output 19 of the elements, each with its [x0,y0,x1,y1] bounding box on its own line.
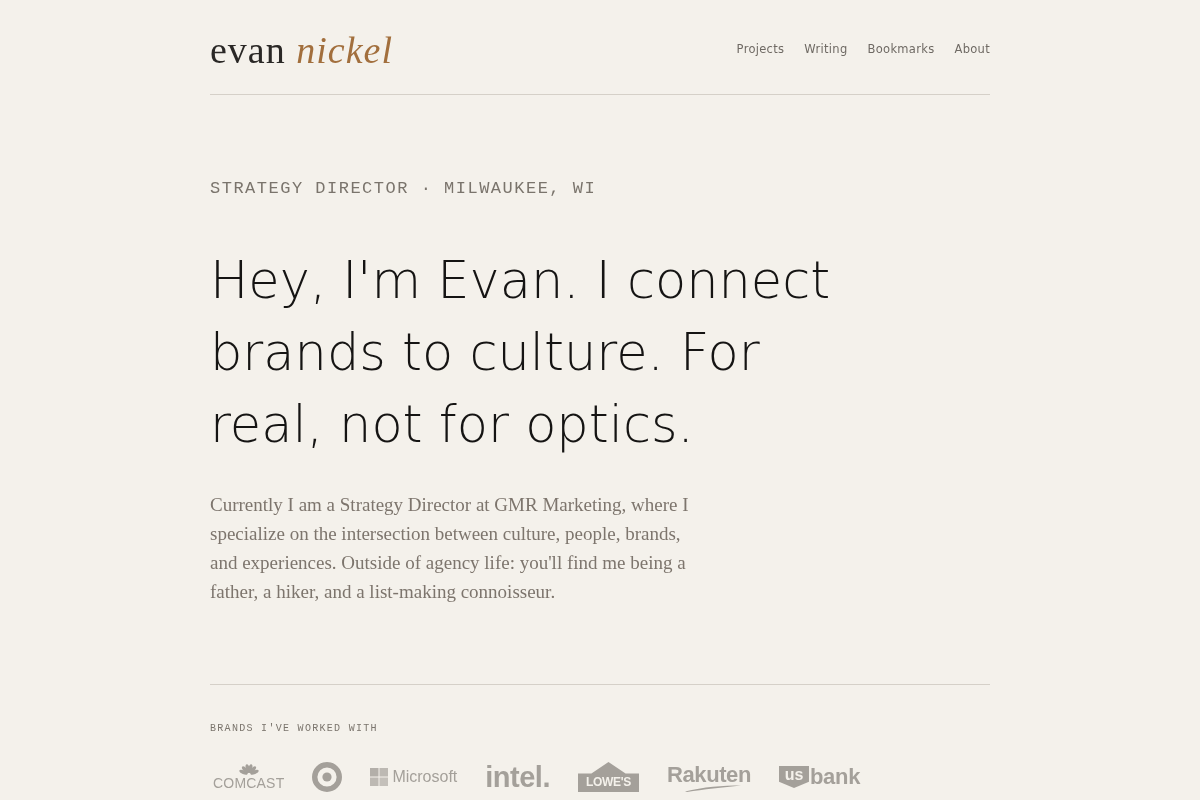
brand-wordmark: Rakuten [667,762,751,787]
role-location-label: STRATEGY DIRECTOR · MILWAUKEE, WI [210,178,598,200]
nav-link[interactable]: Bookmarks [867,42,935,56]
bullseye-icon [312,762,343,792]
brand-wordmark: us [779,766,809,788]
squares-icon [370,768,389,786]
brand-wordmark: bank [810,765,861,789]
peacock-icon [236,763,261,775]
brand-wordmark: Microsoft [392,768,458,786]
brand-wordmark: LOWE'S [578,762,639,792]
brand-wordmark: intel. [485,761,550,793]
nav-link[interactable]: About [954,42,990,56]
intro-paragraph: Currently I am a Strategy Director at GMR Marketing, where I specialize on the intersection between culture, people, brands, and experiences. Outside of agency life: you'll find me being a father, a hiker, and a list-making connoisseur. [210,493,690,604]
headline: Hey, I'm Evan. I connect brands to culture. For real, not for optics. [210,250,832,456]
brand-wordmark: COMCAST [213,776,285,791]
section-label: BRANDS I'VE WORKED WITH [210,722,379,736]
site-logo[interactable]: evan nickel [210,28,393,72]
nav-link[interactable]: Writing [804,42,848,56]
nav-link[interactable]: Projects [736,42,785,56]
